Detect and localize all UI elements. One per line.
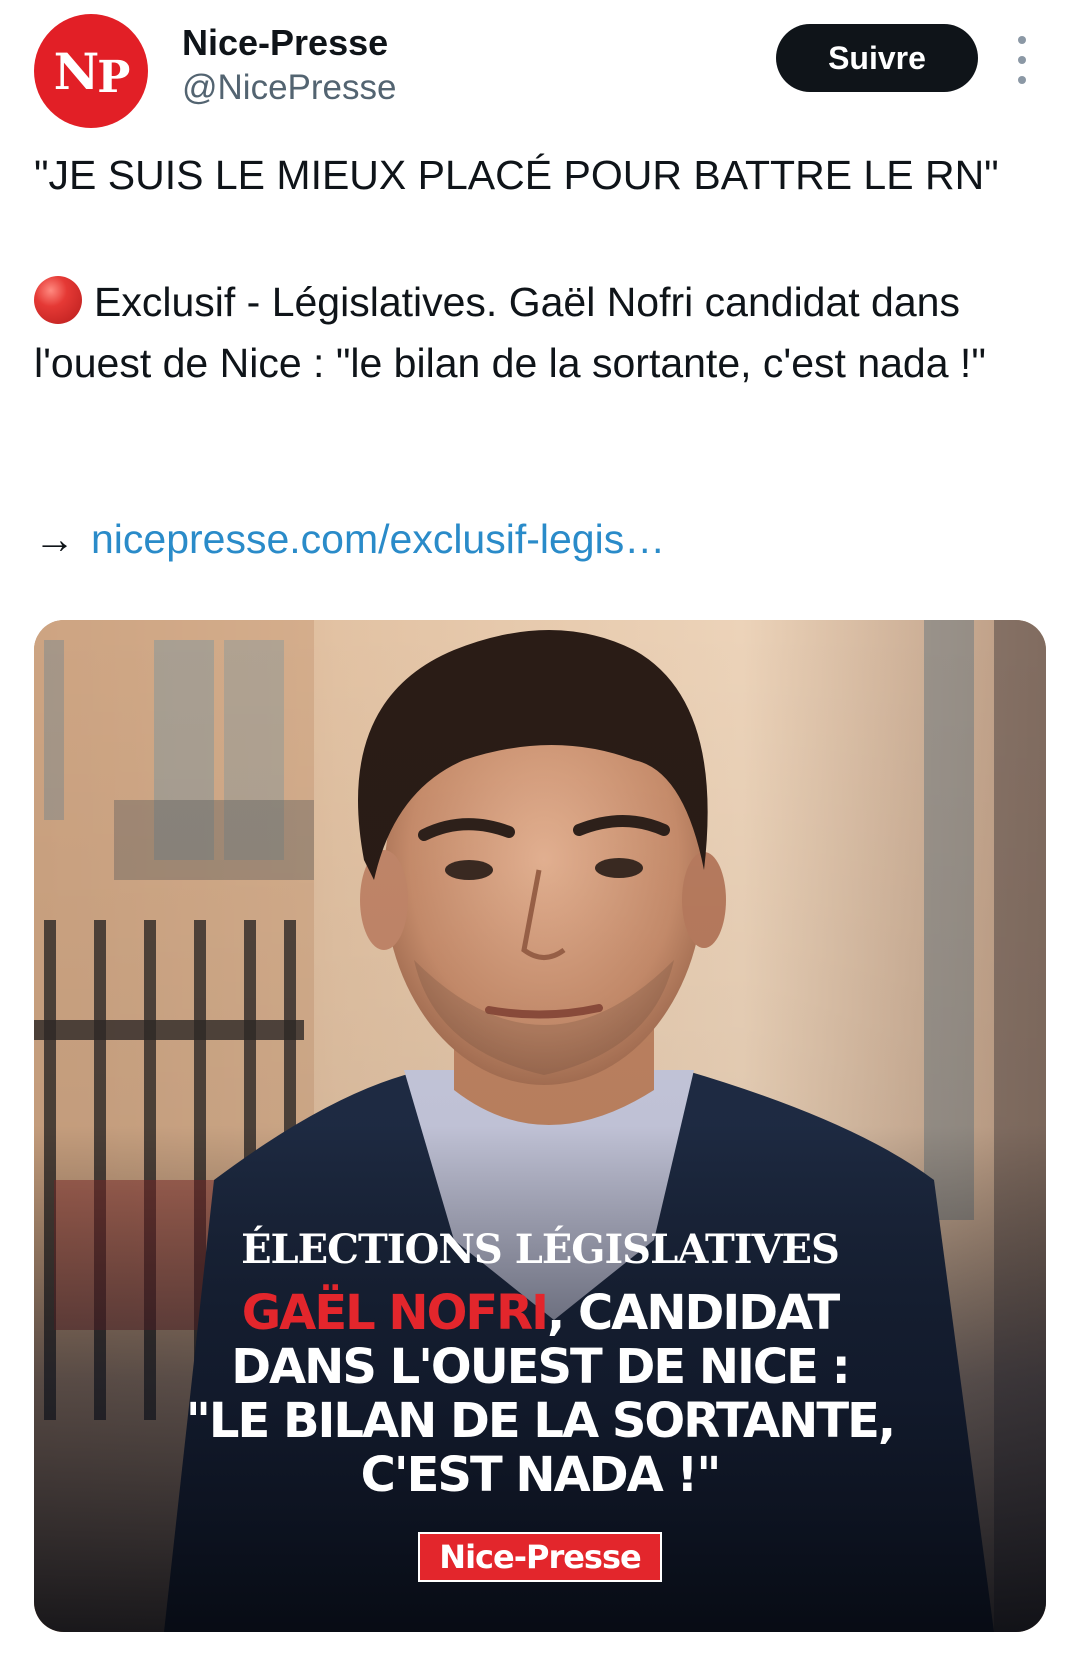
nice-presse-logo: Nice-Presse	[418, 1532, 662, 1582]
headline-overlay: ÉLECTIONS LÉGISLATIVES GAËL NOFRI, CANDI…	[34, 620, 1046, 1632]
post-body: Exclusif - Législatives. Gaël Nofri cand…	[34, 272, 1044, 394]
overlay-line-1-rest: , CANDIDAT	[547, 1285, 840, 1341]
overlay-line-1: GAËL NOFRI, CANDIDAT	[34, 1286, 1046, 1340]
account-name[interactable]: Nice-Presse	[182, 22, 388, 64]
overlay-line-4: C'EST NADA !"	[360, 1447, 722, 1503]
overlay-line-2: DANS L'OUEST DE NICE :	[231, 1339, 851, 1395]
post-headline: "JE SUIS LE MIEUX PLACÉ POUR BATTRE LE R…	[34, 152, 999, 198]
post-link-line: → nicepresse.com/exclusif-legis…	[34, 516, 665, 563]
avatar-letter-n: N	[53, 41, 100, 101]
avatar-letter-p: P	[97, 51, 130, 103]
arrow-icon: →	[34, 516, 75, 562]
account-handle[interactable]: @NicePresse	[182, 68, 396, 108]
more-options-icon[interactable]	[1010, 36, 1034, 84]
post-body-text: Exclusif - Législatives. Gaël Nofri cand…	[34, 279, 986, 386]
follow-button[interactable]: Suivre	[776, 24, 978, 92]
overlay-kicker: ÉLECTIONS LÉGISLATIVES	[241, 1226, 840, 1273]
account-avatar[interactable]: NP	[34, 14, 148, 128]
post-header: NP Nice-Presse @NicePresse Suivre	[0, 0, 1080, 140]
post-image[interactable]: ÉLECTIONS LÉGISLATIVES GAËL NOFRI, CANDI…	[34, 620, 1046, 1632]
overlay-line-3: "LE BILAN DE LA SORTANTE,	[185, 1393, 896, 1449]
red-circle-icon	[34, 276, 82, 324]
overlay-candidate-name: GAËL NOFRI	[241, 1285, 549, 1341]
article-link[interactable]: nicepresse.com/exclusif-legis…	[91, 516, 665, 562]
